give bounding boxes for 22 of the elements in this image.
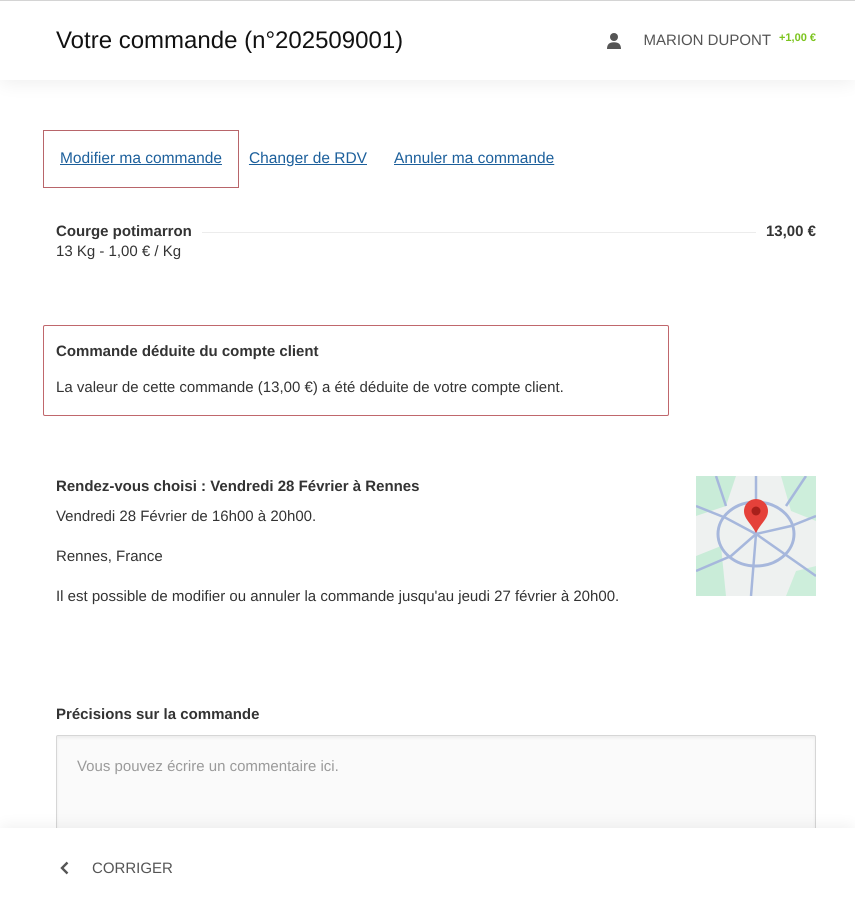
comment-field[interactable]: Vous pouvez écrire un commentaire ici. (56, 735, 816, 828)
action-link[interactable]: Modifier ma commande (43, 130, 239, 188)
map-drawing[interactable] (696, 476, 816, 596)
chevron-left-icon (60, 861, 69, 875)
page-title: Votre commande (n°202509001) (56, 26, 404, 54)
appointment-title: Rendez-vous choisi : Vendredi 28 Février à Rennes (56, 477, 420, 497)
action-link[interactable]: Annuler ma commande (393, 130, 556, 188)
action-link[interactable]: Changer de RDV (248, 130, 368, 188)
product-name: Courge potimarron (56, 222, 192, 242)
user-icon (607, 32, 622, 48)
product-price: 13,00 € (766, 222, 816, 242)
comment-label: Précisions sur la commande (56, 705, 260, 725)
notice-text: La valeur de cette commande (13,00 €) a été déduite de votre compte client. (56, 378, 565, 398)
user-name: MARION DUPONT (643, 32, 771, 49)
map-pin-icon (744, 499, 768, 533)
notice-title: Commande déduite du compte client (56, 342, 320, 362)
appointment-text: Vendredi 28 Février de 16h00 à 20h00. (56, 507, 318, 527)
account-balance: +1,00 € (778, 32, 816, 44)
appointment-text: Il est possible de modifier ou annuler la commande jusqu'au jeudi 27 février à 20h00. (56, 587, 620, 607)
back-button[interactable]: CORRIGER (60, 860, 173, 876)
appointment-text: Rennes, France (56, 547, 164, 567)
product-detail: 13 Kg - 1,00 € / Kg (56, 242, 182, 262)
